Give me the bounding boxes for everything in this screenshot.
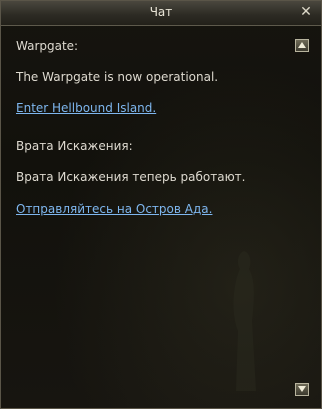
arrow-down-icon[interactable] xyxy=(295,383,309,396)
window-title: Чат xyxy=(149,5,173,19)
chat-window: Чат ✕ Warpgate: The Warpgate is now oper… xyxy=(0,0,322,409)
message-text: Врата Искажения теперь работают. xyxy=(16,170,246,184)
message-link[interactable]: Enter Hellbound Island. xyxy=(16,101,156,115)
message-heading: Warpgate: xyxy=(16,39,79,53)
message-link[interactable]: Отправляйтесь на Остров Ада. xyxy=(16,202,212,216)
close-icon[interactable]: ✕ xyxy=(299,4,313,20)
title-bar[interactable]: Чат ✕ xyxy=(1,1,321,26)
message-text: The Warpgate is now operational. xyxy=(16,70,219,84)
message-heading: Врата Искажения: xyxy=(16,139,133,153)
arrow-up-icon[interactable] xyxy=(295,39,309,52)
background-figure xyxy=(233,251,256,391)
